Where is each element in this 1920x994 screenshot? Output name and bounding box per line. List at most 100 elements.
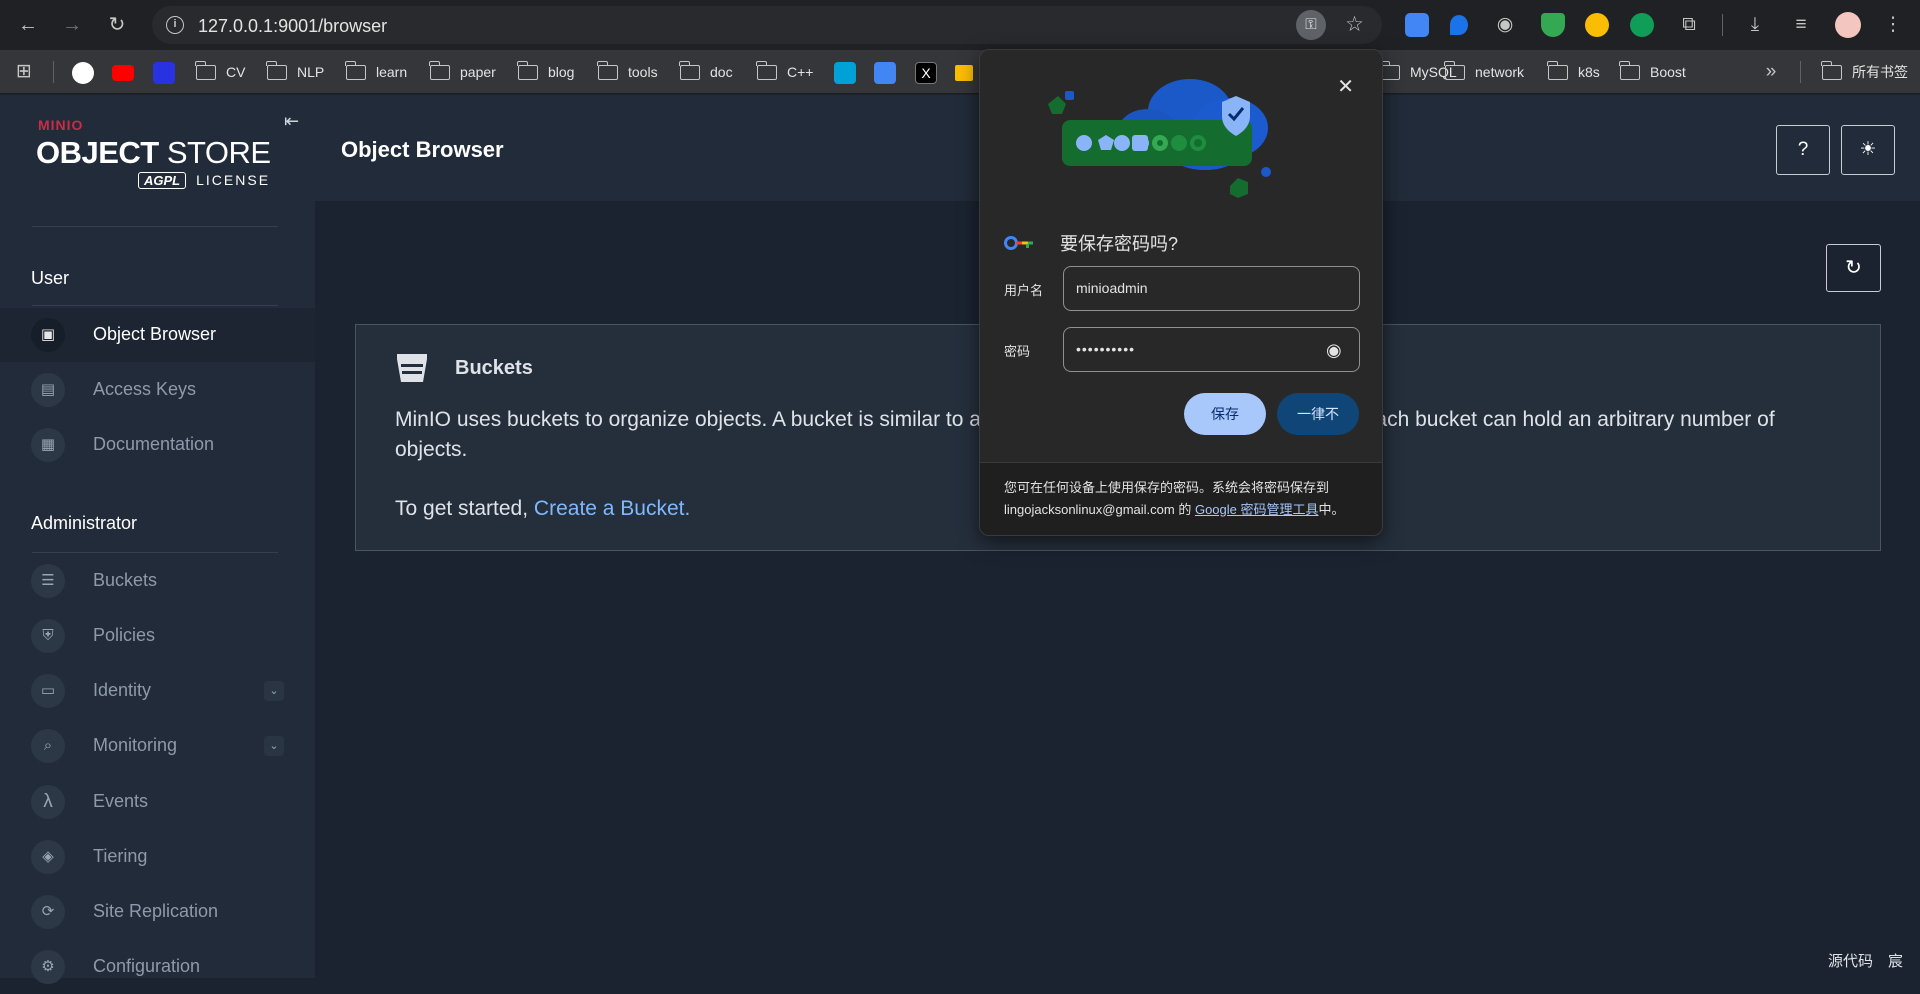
refresh-icon: ↻	[1845, 257, 1862, 279]
translate-bookmark-icon[interactable]	[874, 62, 896, 84]
collapse-sidebar-icon[interactable]: ⇤	[284, 111, 299, 132]
chevron-down-icon[interactable]: ⌄	[264, 736, 284, 756]
x-bookmark-icon[interactable]: X	[915, 62, 937, 84]
media-queue-icon[interactable]: ≡	[1788, 12, 1814, 38]
password-field[interactable]: ••••••••••	[1063, 327, 1360, 372]
folder-icon	[597, 60, 618, 80]
bookmark-doc[interactable]: doc	[679, 60, 733, 83]
url-text[interactable]: 127.0.0.1:9001/browser	[198, 16, 387, 37]
magnifier-icon: ⌕	[31, 729, 65, 763]
sidebar-item-policies[interactable]: ⛨ Policies	[0, 609, 315, 663]
bookmark-k8s[interactable]: k8s	[1547, 60, 1600, 83]
bookmark-cv[interactable]: CV	[195, 60, 245, 83]
folder-icon	[266, 60, 287, 80]
lambda-icon: λ	[31, 785, 65, 819]
username-label: 用户名	[1004, 283, 1044, 298]
folder-icon	[1444, 60, 1465, 80]
sidebar-item-identity[interactable]: ▭ Identity ⌄	[0, 664, 315, 718]
browser-icon: ▣	[31, 318, 65, 352]
section-administrator: Administrator	[31, 513, 138, 533]
folder-icon	[756, 60, 777, 80]
drive-bookmark-icon[interactable]	[955, 65, 973, 81]
sidebar-item-object-browser[interactable]: ▣ Object Browser	[0, 308, 315, 362]
help-button[interactable]: ?	[1776, 125, 1830, 175]
bookmark-blog[interactable]: blog	[517, 60, 574, 83]
menu-kebab-icon[interactable]: ⋮	[1880, 12, 1906, 38]
sidebar-item-buckets[interactable]: ☰ Buckets	[0, 554, 315, 608]
sidebar-item-site-replication[interactable]: ⟳ Site Replication	[0, 885, 315, 939]
close-icon[interactable]: ✕	[1337, 74, 1354, 99]
show-password-eye-icon[interactable]: ◉	[1326, 340, 1342, 361]
help-icon: ?	[1797, 139, 1809, 160]
sidebar-item-documentation[interactable]: ▦ Documentation	[0, 418, 315, 472]
sidebar-item-monitoring[interactable]: ⌕ Monitoring ⌄	[0, 719, 315, 773]
all-bookmarks[interactable]: 所有书签	[1821, 60, 1908, 83]
forward-arrow-icon[interactable]: →	[60, 13, 84, 37]
dialog-title: 要保存密码吗?	[1060, 234, 1179, 254]
folder-icon	[345, 60, 366, 80]
download-icon[interactable]: ⤓	[1742, 12, 1768, 38]
bookmarks-bar: ⊞ CV NLP learn paper blog tools doc C++ …	[0, 50, 1920, 94]
sidebar-item-tiering[interactable]: ◈ Tiering	[0, 830, 315, 884]
reload-icon[interactable]: ↻	[105, 13, 129, 37]
google-bookmark-icon[interactable]	[72, 62, 94, 84]
site-info-icon[interactable]: i	[166, 16, 184, 34]
dialog-footer: 您可在任何设备上使用保存的密码。系统会将密码保存到 lingojacksonli…	[980, 462, 1382, 535]
chevron-down-icon[interactable]: ⌄	[264, 681, 284, 701]
gear-icon: ⚙	[31, 950, 65, 984]
gem-extension-icon[interactable]	[1450, 15, 1468, 35]
key-icon: ▤	[31, 373, 65, 407]
username-field[interactable]: minioadmin	[1063, 266, 1360, 311]
save-password-dialog: ✕ 要保存密码吗? 用户名 minioadmin 密码 •••••••••• ◉…	[979, 49, 1383, 536]
bookmark-paper[interactable]: paper	[429, 60, 496, 83]
shield-extension-icon[interactable]	[1541, 13, 1565, 37]
translate-extension-icon[interactable]	[1405, 13, 1429, 37]
bookmark-learn[interactable]: learn	[345, 60, 407, 83]
brand-license: AGPL LICENSE	[138, 172, 270, 189]
brand-minio: MINIO	[38, 117, 84, 133]
refresh-button[interactable]: ↻	[1826, 244, 1881, 292]
color-extension-icon[interactable]	[1585, 13, 1609, 37]
shield-icon: ⛨	[31, 619, 65, 653]
bookmark-boost[interactable]: Boost	[1619, 60, 1686, 83]
sidebar-divider	[32, 226, 278, 227]
bookmark-nlp[interactable]: NLP	[266, 60, 324, 83]
bookmark-cpp[interactable]: C++	[756, 60, 813, 83]
sidebar-divider	[32, 552, 278, 553]
create-bucket-link[interactable]: Create a Bucket.	[534, 497, 690, 520]
globe-extension-icon[interactable]	[1630, 13, 1654, 37]
bookmark-star-icon[interactable]: ☆	[1345, 13, 1364, 37]
folder-icon	[679, 60, 700, 80]
sync-icon: ⟳	[31, 895, 65, 929]
browser-toolbar: ← → ↻ i 127.0.0.1:9001/browser ⚿ ☆ ◉ ⧉ ⤓…	[0, 0, 1920, 50]
bookmark-network[interactable]: network	[1444, 60, 1524, 83]
bookmark-tools[interactable]: tools	[597, 60, 658, 83]
youtube-bookmark-icon[interactable]	[112, 65, 134, 81]
password-manager-link[interactable]: Google 密码管理工具	[1195, 502, 1319, 517]
sidebar-item-access-keys[interactable]: ▤ Access Keys	[0, 363, 315, 417]
address-bar[interactable]: i 127.0.0.1:9001/browser ⚿ ☆	[152, 6, 1382, 44]
baidu-bookmark-icon[interactable]	[153, 62, 175, 84]
back-arrow-icon[interactable]: ←	[16, 13, 40, 37]
footer-note: 您可在任何设备上使用保存的密码。系统会将密码保存到 lingojacksonli…	[1004, 480, 1345, 517]
puzzle-extension-icon[interactable]: ⧉	[1676, 12, 1702, 38]
more-bookmarks-icon[interactable]: »	[1758, 59, 1784, 85]
sidebar-divider	[32, 305, 278, 306]
theme-toggle-button[interactable]: ☀	[1841, 125, 1895, 175]
card-title: Buckets	[455, 357, 533, 379]
save-button[interactable]: 保存	[1184, 393, 1266, 435]
sidebar-item-configuration[interactable]: ⚙ Configuration	[0, 940, 315, 994]
bookmarks-divider	[1800, 61, 1801, 83]
password-key-icon[interactable]: ⚿	[1296, 10, 1326, 40]
id-card-icon: ▭	[31, 674, 65, 708]
sidebar-item-events[interactable]: λ Events	[0, 775, 315, 829]
key-icon	[1004, 236, 1033, 250]
page-title: Object Browser	[341, 137, 504, 162]
bilibili-bookmark-icon[interactable]	[834, 62, 856, 84]
get-started-text: To get started, Create a Bucket.	[395, 497, 691, 520]
apps-grid-icon[interactable]: ⊞	[11, 59, 37, 85]
profile-avatar[interactable]	[1835, 12, 1861, 38]
folder-icon	[429, 60, 450, 80]
spy-extension-icon[interactable]: ◉	[1492, 12, 1518, 38]
never-button[interactable]: 一律不	[1277, 393, 1359, 435]
